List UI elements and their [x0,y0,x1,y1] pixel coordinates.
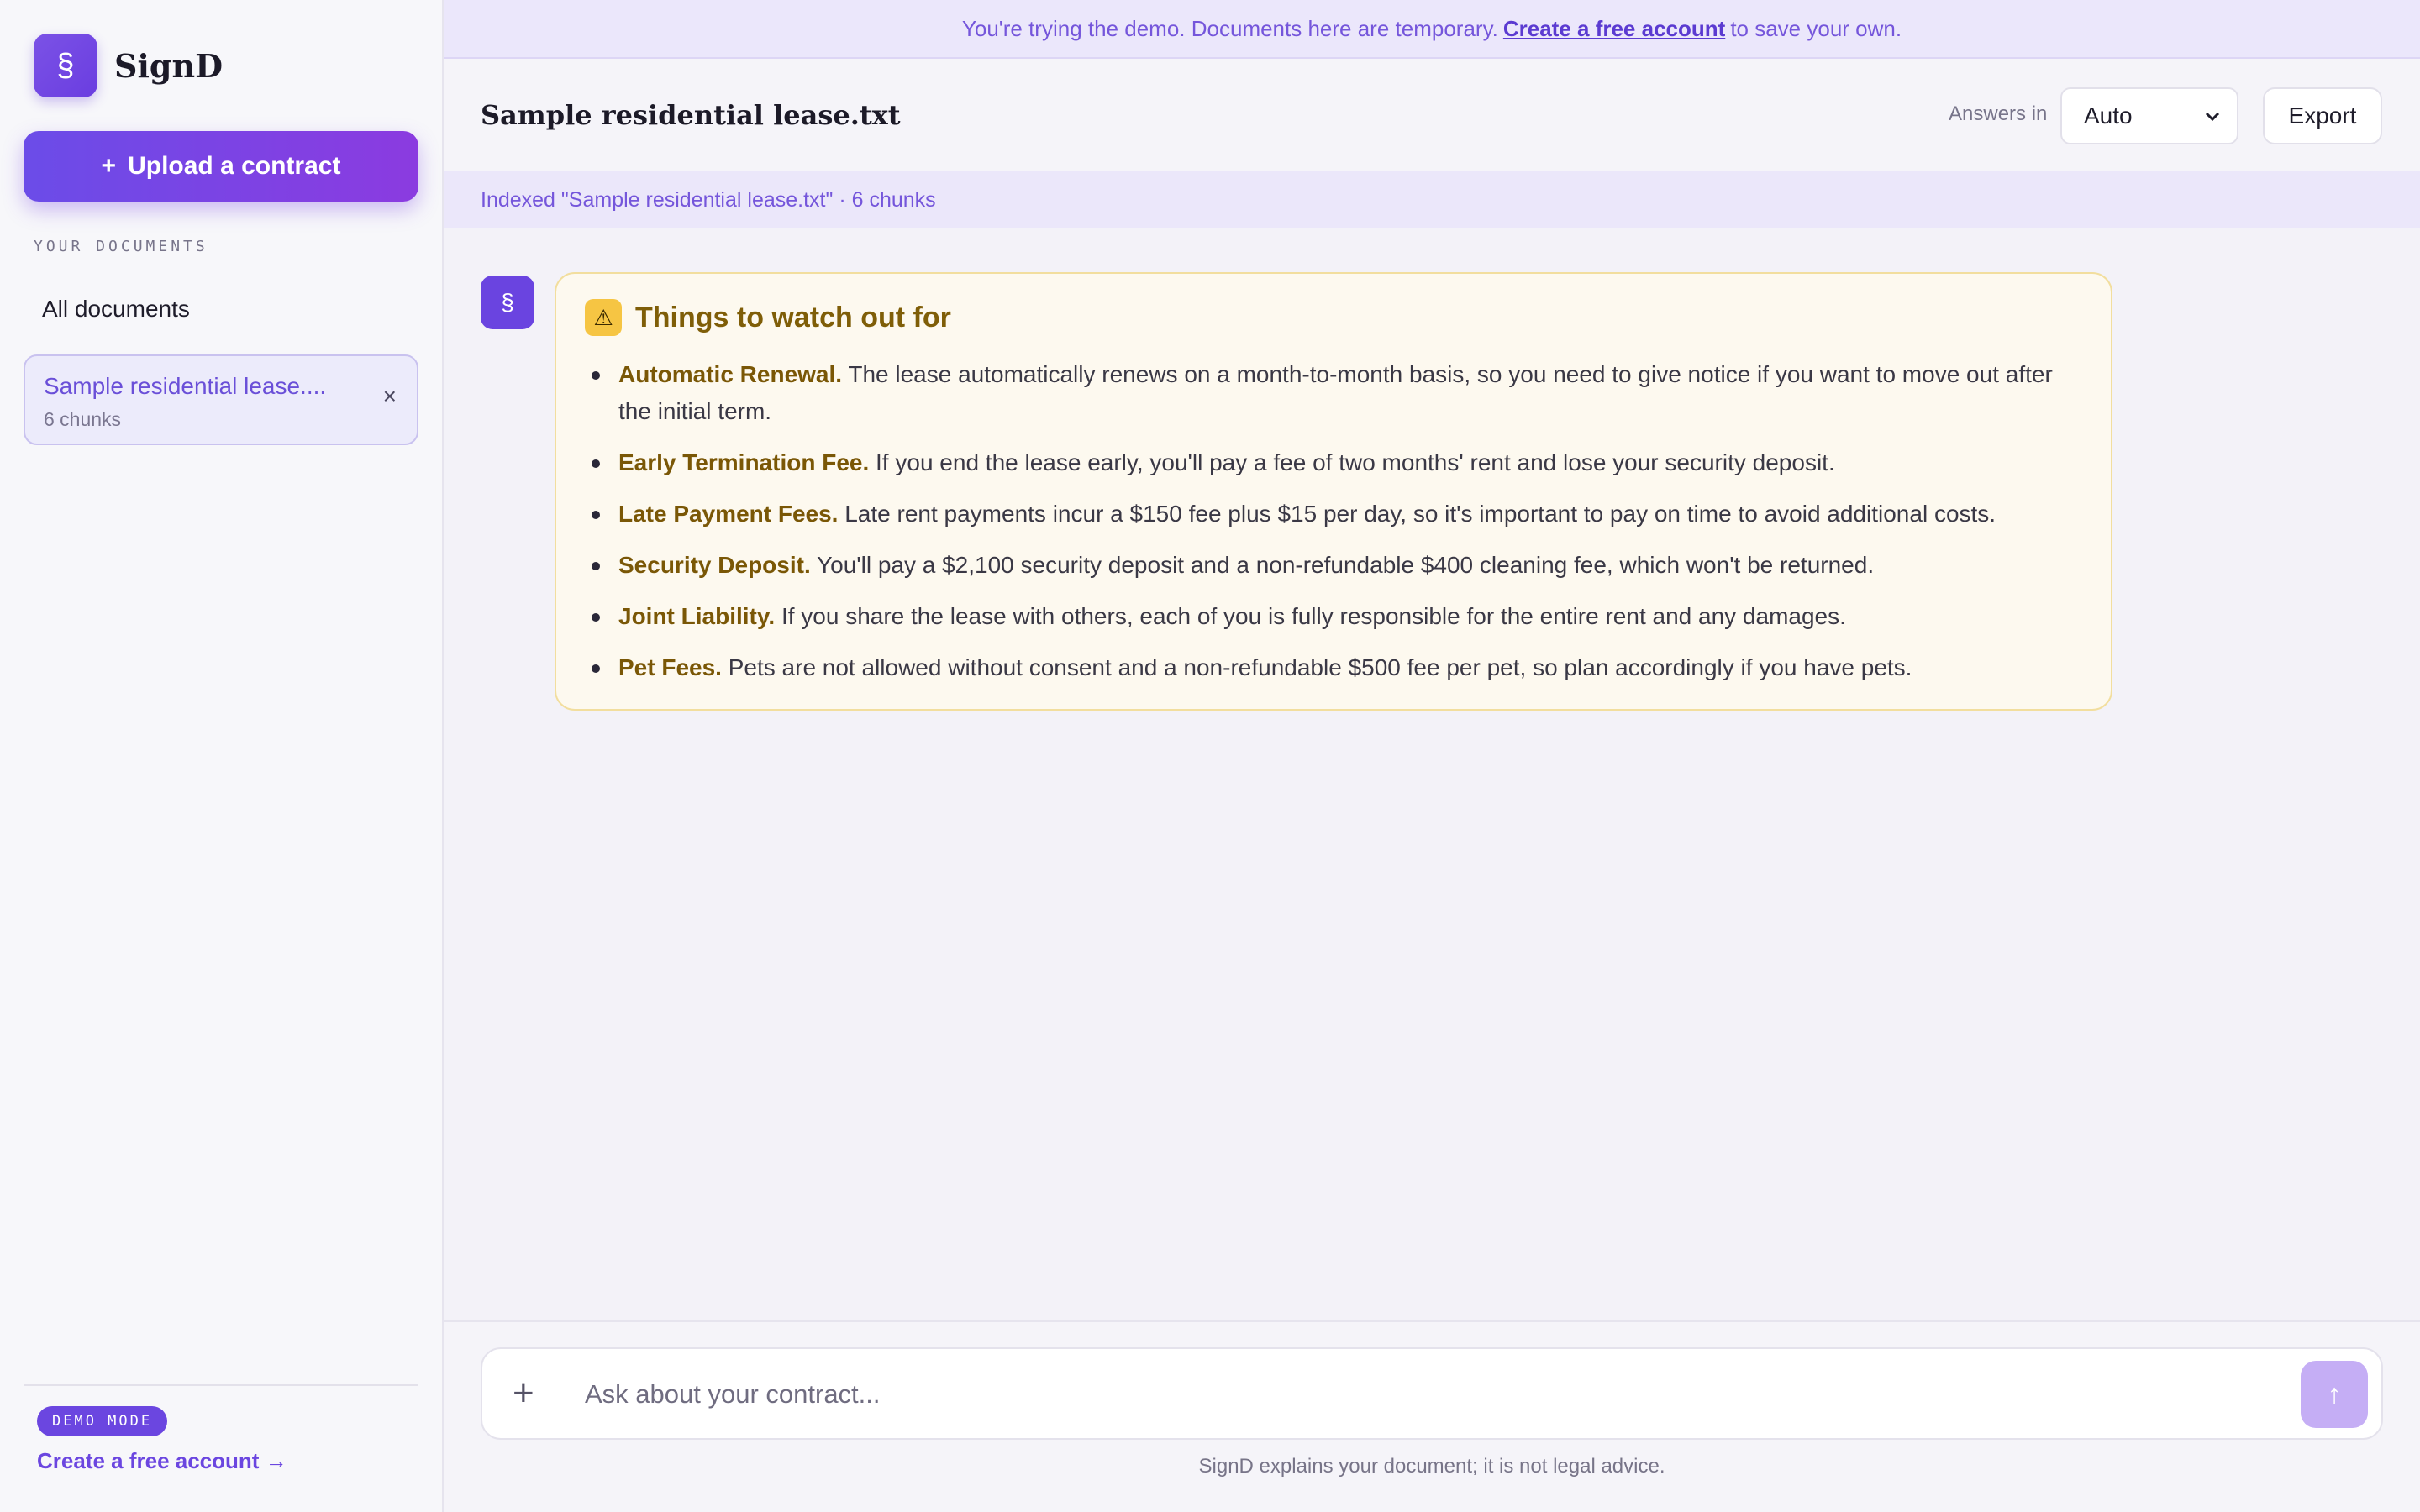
page-title: Sample residential lease.txt [481,99,901,131]
list-item: Security Deposit. You'll pay a $2,100 se… [592,547,2081,584]
attach-plus-icon[interactable]: + [513,1373,534,1415]
assistant-avatar: § [481,276,534,329]
document-chunk-count: 6 chunks [44,408,122,430]
sidebar-divider [24,1384,418,1386]
watch-out-header: ⚠ Things to watch out for [585,299,951,336]
message-input[interactable]: Ask about your contract... [585,1379,881,1410]
list-item: Automatic Renewal. The lease automatical… [592,356,2081,430]
send-button[interactable]: ↑ [2301,1361,2368,1428]
watch-out-title: Things to watch out for [635,301,951,333]
banner-text: You're trying the demo. Documents here a… [961,15,1498,41]
item-text: Pets are not allowed without consent and… [728,654,1912,680]
document-title: Sample residential lease.... [44,373,327,399]
demo-mode-badge: DEMO MODE [37,1406,168,1436]
list-item: Joint Liability. If you share the lease … [592,598,2081,635]
list-item: Early Termination Fee. If you end the le… [592,444,2081,481]
item-text: You'll pay a $2,100 security deposit and… [817,552,1875,578]
item-term: Security Deposit. [618,552,811,578]
close-icon[interactable]: × [383,383,397,410]
brand[interactable]: § SignD [34,34,223,97]
watch-out-card: ⚠ Things to watch out for Automatic Rene… [555,272,2112,711]
list-item: Late Payment Fees. Late rent payments in… [592,496,2081,533]
upload-contract-button[interactable]: + Upload a contract [24,131,418,202]
item-term: Joint Liability. [618,603,776,629]
list-item: Pet Fees. Pets are not allowed without c… [592,649,2081,686]
item-text: Late rent payments incur a $150 fee plus… [844,501,1996,527]
indexed-status: Indexed "Sample residential lease.txt" ·… [444,171,2420,228]
warning-icon: ⚠ [585,299,622,336]
item-term: Automatic Renewal. [618,361,843,387]
item-text: If you end the lease early, you'll pay a… [876,449,1835,475]
watch-out-list: Automatic Renewal. The lease automatical… [592,356,2081,701]
legal-disclaimer: SignD explains your document; it is not … [1198,1455,1665,1478]
brand-name: SignD [114,46,224,85]
item-term: Late Payment Fees. [618,501,839,527]
message-composer[interactable]: + Ask about your contract... ↑ [481,1347,2383,1440]
sidebar: § SignD + Upload a contract YOUR DOCUMEN… [0,0,444,1512]
create-account-link[interactable]: Create a free account → [37,1448,287,1474]
demo-banner: You're trying the demo. Documents here a… [444,0,2420,59]
item-text: If you share the lease with others, each… [781,603,1846,629]
upload-contract-label: Upload a contract [128,152,341,180]
banner-suffix: to save your own. [1730,15,1902,41]
language-select[interactable]: Auto [2060,87,2238,144]
item-term: Pet Fees. [618,654,722,680]
your-documents-heading: YOUR DOCUMENTS [34,238,208,255]
document-header: Sample residential lease.txt Answers in … [444,59,2420,171]
plus-icon: + [101,152,117,180]
language-select-value: Auto [2084,102,2133,129]
chevron-down-icon [2205,112,2220,122]
all-documents-link[interactable]: All documents [42,296,190,323]
answers-language-label: Answers in [1949,102,2048,125]
logo-icon: § [34,34,97,97]
document-item[interactable]: Sample residential lease.... 6 chunks × [24,354,418,445]
banner-create-account-link[interactable]: Create a free account [1503,16,1725,42]
composer-area: + Ask about your contract... ↑ SignD exp… [444,1320,2420,1512]
arrow-up-icon: ↑ [2327,1378,2342,1410]
item-term: Early Termination Fee. [618,449,870,475]
export-button[interactable]: Export [2263,87,2382,144]
